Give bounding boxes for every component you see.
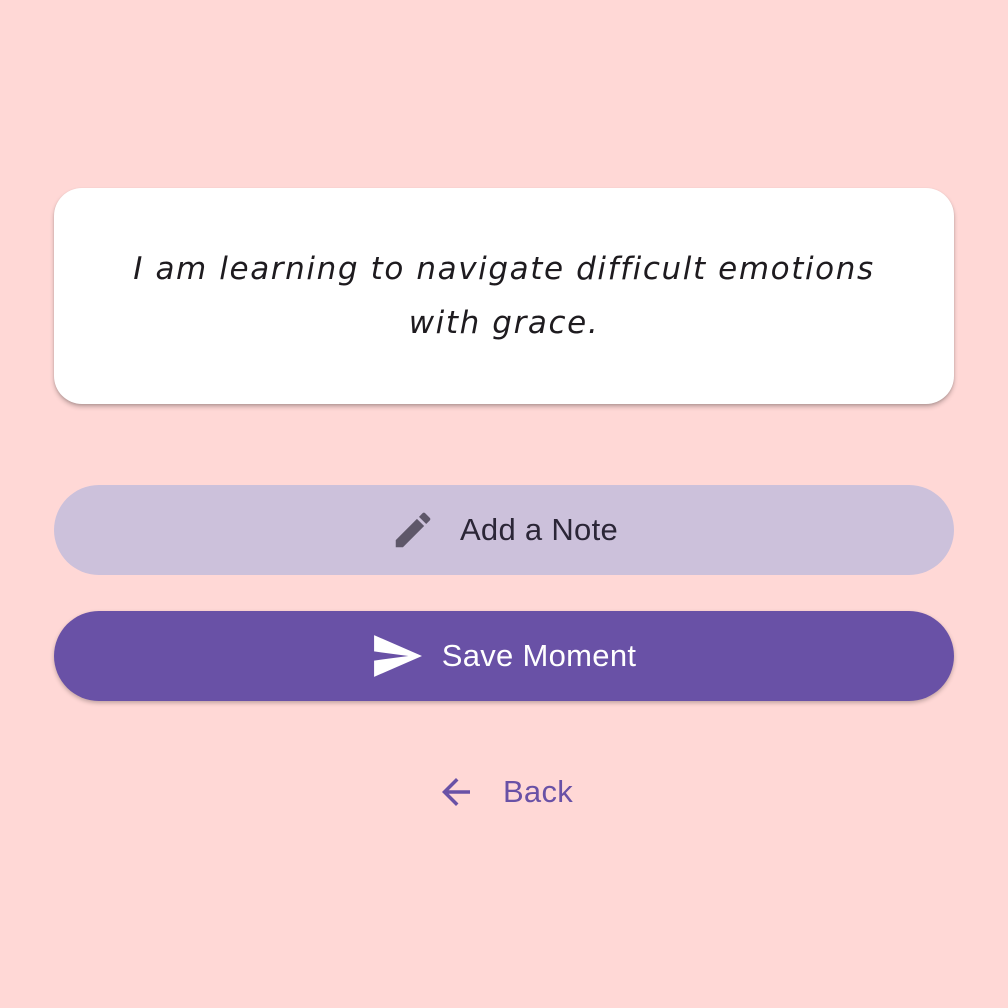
pencil-icon — [390, 507, 436, 553]
send-icon — [372, 634, 422, 678]
save-moment-label: Save Moment — [441, 638, 637, 673]
affirmation-text: I am learning to navigate difficult emot… — [133, 251, 875, 341]
affirmation-card: I am learning to navigate difficult emot… — [54, 188, 954, 404]
save-moment-button[interactable]: Save Moment — [54, 611, 954, 701]
arrow-left-icon — [435, 771, 477, 813]
back-button[interactable]: Back — [0, 766, 1008, 818]
add-note-button[interactable]: Add a Note — [54, 485, 954, 575]
back-label: Back — [502, 774, 574, 809]
add-note-label: Add a Note — [459, 512, 619, 547]
